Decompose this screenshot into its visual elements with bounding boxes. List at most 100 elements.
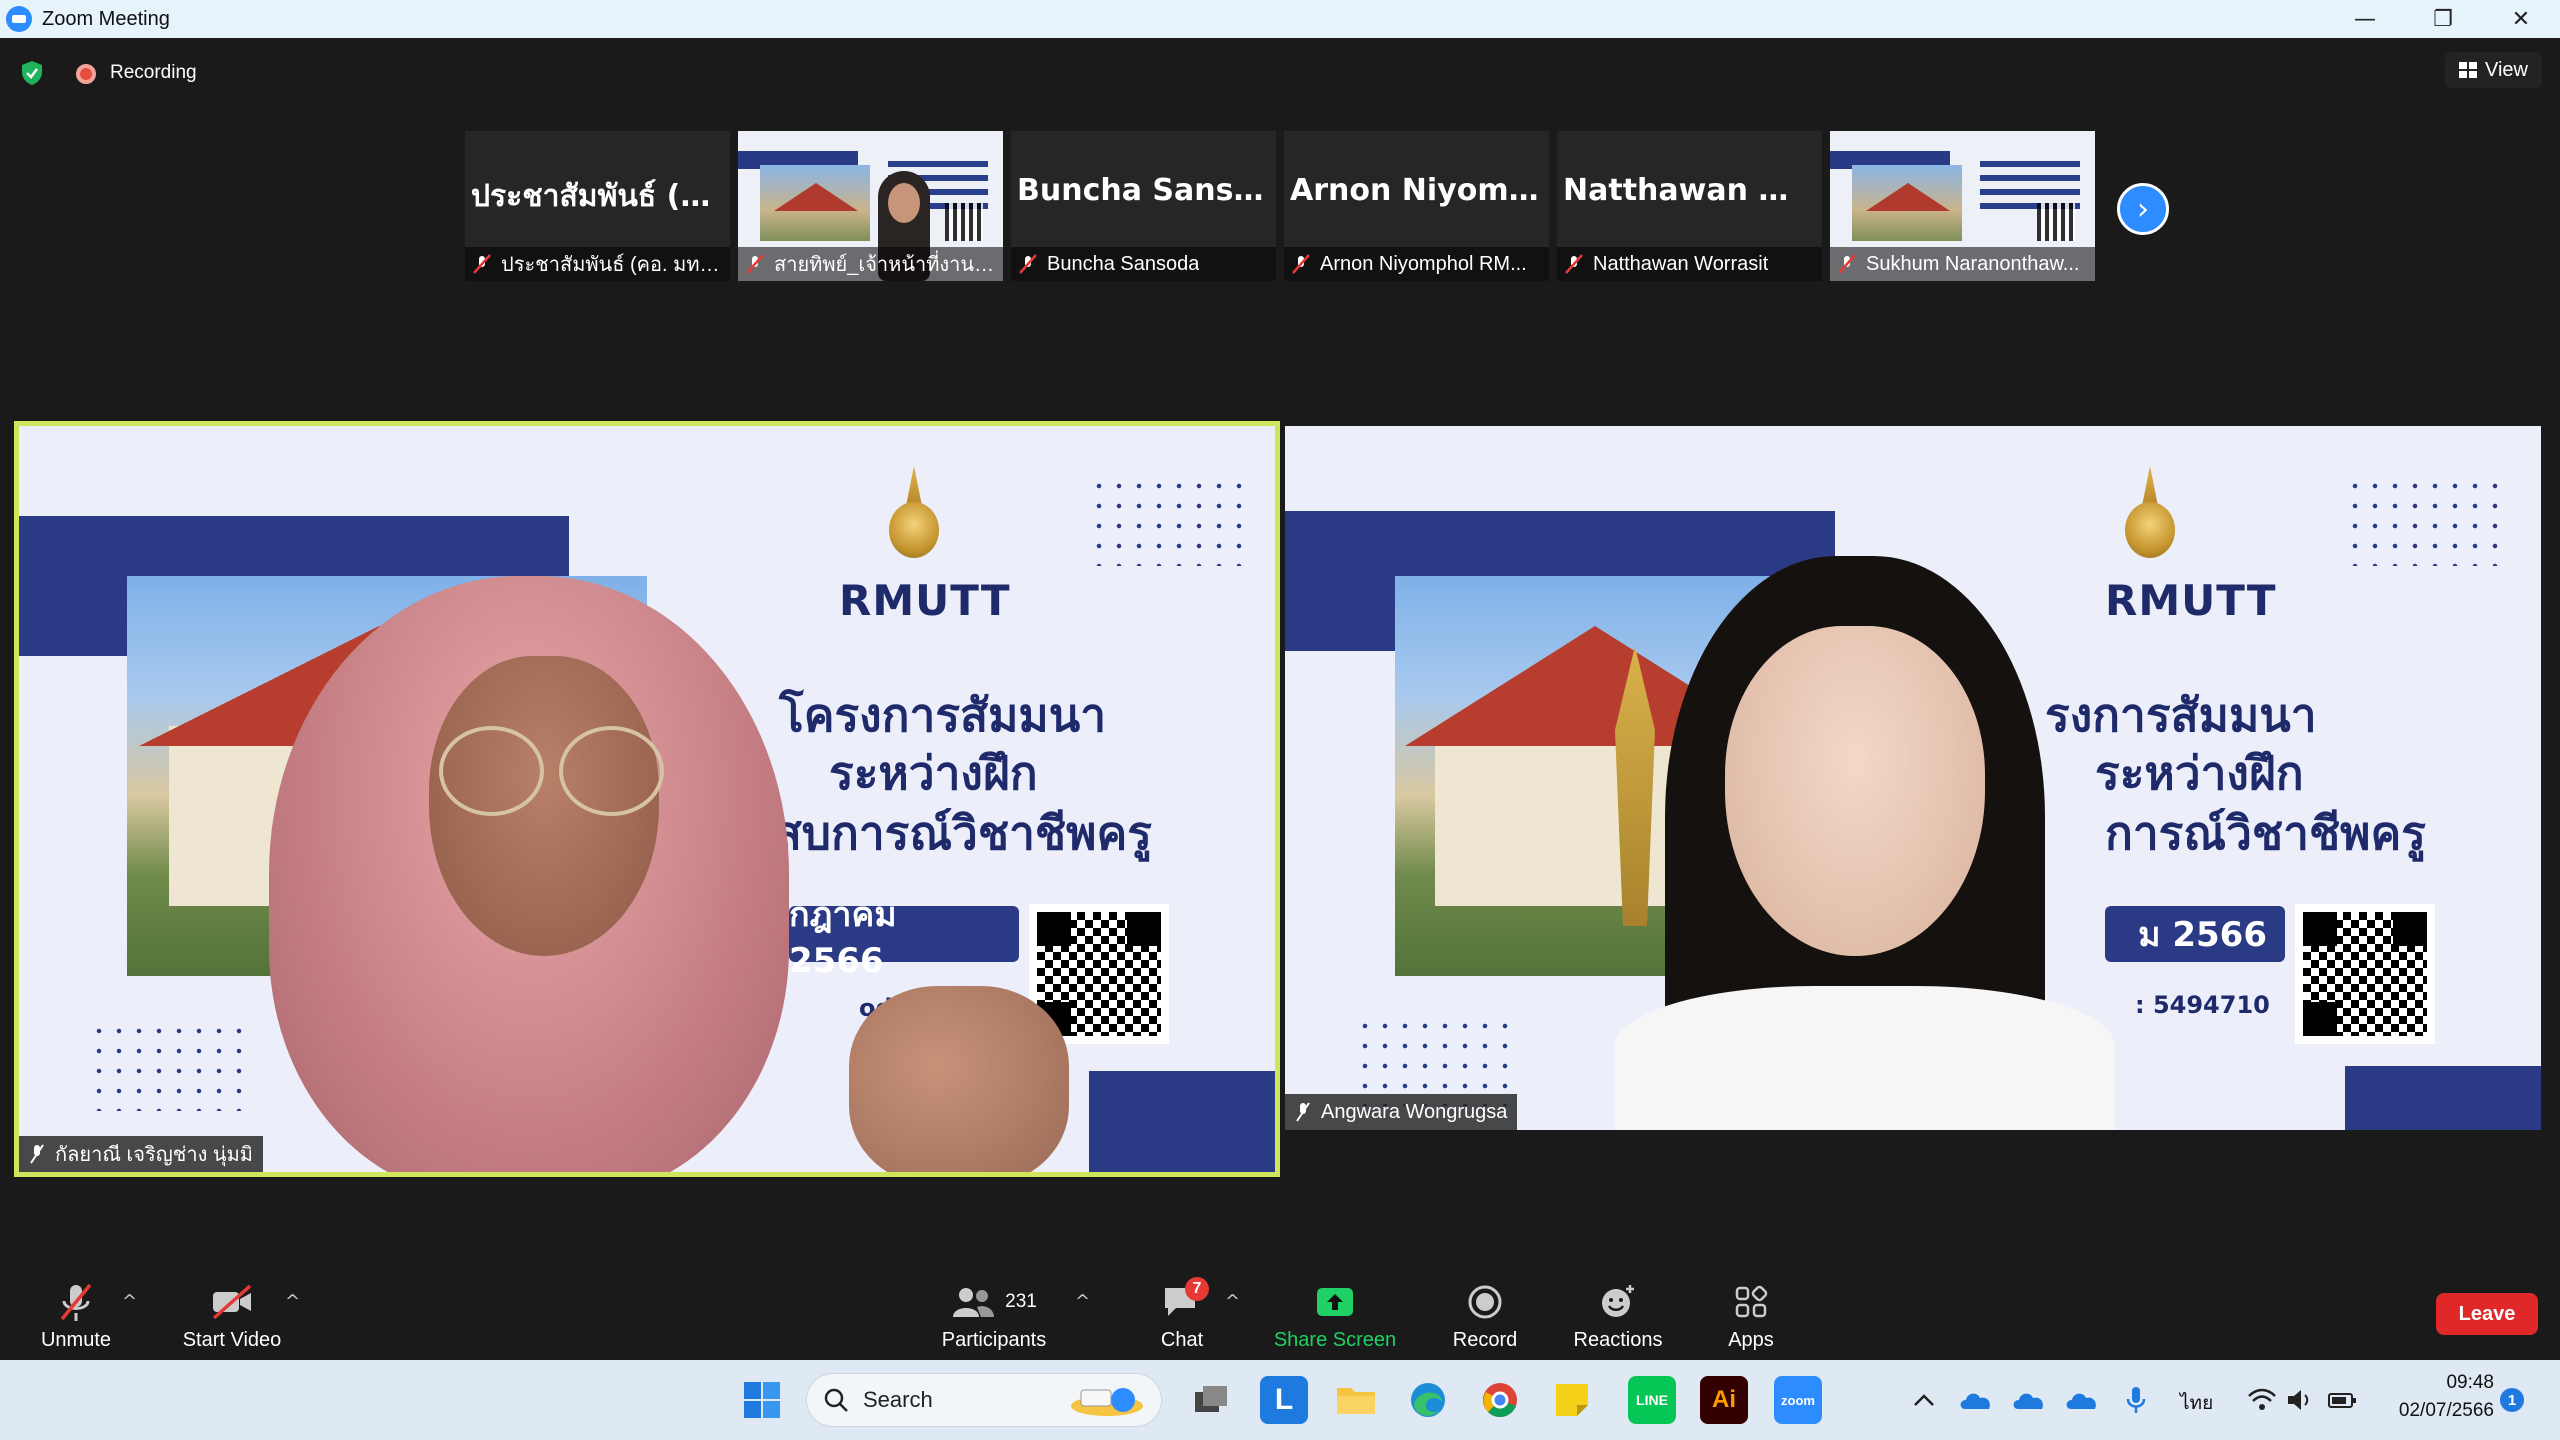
- grid-view-icon: [2459, 62, 2477, 78]
- reactions-smiley-icon: [1602, 1285, 1634, 1317]
- apps-icon: [1735, 1285, 1768, 1318]
- participant-tile[interactable]: Buncha Sansoda Buncha Sansoda: [1011, 131, 1276, 281]
- participant-tile[interactable]: Sukhum Naranonthaw...: [1830, 131, 2095, 281]
- record-button[interactable]: Record: [1450, 1281, 1520, 1352]
- qr-code: [2295, 904, 2435, 1044]
- next-page-arrow-icon[interactable]: ›: [2117, 183, 2169, 235]
- speaker-name: Angwara Wongrugsa: [1321, 1100, 1508, 1123]
- file-explorer-icon[interactable]: [1332, 1376, 1380, 1424]
- slide-logo-text: RMUTT: [839, 576, 1011, 625]
- notification-badge[interactable]: 1: [2500, 1388, 2524, 1412]
- restore-button[interactable]: ❐: [2404, 0, 2482, 38]
- task-view-icon[interactable]: [1188, 1376, 1236, 1424]
- sticky-notes-icon[interactable]: [1548, 1376, 1596, 1424]
- view-button[interactable]: View: [2445, 52, 2542, 88]
- participants-button[interactable]: 231 Participants: [938, 1281, 1050, 1352]
- share-screen-label: Share Screen: [1273, 1329, 1397, 1351]
- slide-logo-text: RMUTT: [2105, 576, 2277, 625]
- clock-time[interactable]: 09:48: [2382, 1372, 2494, 1394]
- taskbar-search-box[interactable]: Search: [806, 1373, 1162, 1427]
- rmutt-emblem-icon: [2115, 466, 2185, 576]
- battery-icon[interactable]: [2318, 1376, 2366, 1424]
- participant-tile[interactable]: สายทิพย์_เจ้าหน้าที่งานฝึก...: [738, 131, 1003, 281]
- slide-title-line3: ะสบการณ์วิชาชีพครู: [749, 806, 1152, 860]
- speaker-name: กัลยาณี เจริญช่าง นุ่มมิ: [55, 1144, 253, 1166]
- windows-taskbar: Search L LINE Ai zoom ไทย 09:48 02/07/25…: [0, 1360, 2560, 1440]
- onedrive-icon[interactable]: [2005, 1376, 2053, 1424]
- line-app-icon[interactable]: LINE: [1628, 1376, 1676, 1424]
- zoom-taskbar-icon[interactable]: zoom: [1774, 1376, 1822, 1424]
- share-screen-button[interactable]: Share Screen: [1270, 1281, 1400, 1352]
- participant-caption: ประชาสัมพันธ์ (คอ. มทร.ธั...: [501, 254, 724, 276]
- participant-tile[interactable]: Arnon Niyomph... Arnon Niyomphol RM...: [1284, 131, 1549, 281]
- chat-options-chevron-icon[interactable]: ^: [1225, 1291, 1240, 1312]
- reactions-button[interactable]: Reactions: [1572, 1281, 1664, 1352]
- record-label: Record: [1452, 1329, 1518, 1351]
- microphone-tray-icon[interactable]: [2112, 1376, 2160, 1424]
- meeting-area: Recording View ประชาสัมพันธ์ (ค... ประชา…: [0, 38, 2560, 1360]
- search-icon: [824, 1388, 848, 1412]
- slide-title-line2: ระหว่างฝึก: [829, 746, 1038, 800]
- audio-options-chevron-icon[interactable]: ^: [122, 1291, 137, 1312]
- close-button[interactable]: ✕: [2482, 0, 2560, 38]
- recording-dot-icon: [76, 64, 96, 84]
- slide-date: กฎาคม 2566: [789, 895, 1019, 981]
- slide-title-line1: รงการสัมมนา: [2045, 688, 2317, 742]
- edge-browser-icon[interactable]: [1404, 1376, 1452, 1424]
- participants-options-chevron-icon[interactable]: ^: [1075, 1291, 1090, 1312]
- video-off-icon: [212, 1284, 252, 1320]
- participant-caption: Arnon Niyomphol RM...: [1320, 252, 1527, 275]
- slide-title-line1: โครงการสัมมนา: [779, 688, 1107, 742]
- meeting-toolbar: Unmute ^ Start Video ^ 231 Participants …: [0, 1263, 2560, 1360]
- reactions-label: Reactions: [1573, 1329, 1663, 1351]
- zoom-app-icon: [6, 6, 32, 32]
- active-speaker-video[interactable]: RMUTT โครงการสัมมนา ระหว่างฝึก ะสบการณ์ว…: [14, 421, 1280, 1177]
- participant-tile[interactable]: Natthawan Wor... Natthawan Worrasit: [1557, 131, 1822, 281]
- muted-microphone-icon: [60, 1283, 92, 1321]
- clock-date[interactable]: 02/07/2566: [2382, 1400, 2494, 1422]
- participants-icon: [953, 1288, 995, 1317]
- muted-mic-icon: [1019, 254, 1037, 274]
- participants-label: Participants: [941, 1329, 1047, 1351]
- onedrive-icon[interactable]: [2058, 1376, 2106, 1424]
- windows-start-icon[interactable]: [738, 1376, 786, 1424]
- illustrator-icon[interactable]: Ai: [1700, 1376, 1748, 1424]
- participant-caption: Sukhum Naranonthaw...: [1866, 252, 2080, 275]
- record-icon: [1468, 1285, 1502, 1319]
- participants-count: 231: [1005, 1291, 1037, 1312]
- recording-label: Recording: [110, 62, 197, 83]
- app-l-icon[interactable]: L: [1260, 1376, 1308, 1424]
- onedrive-icon[interactable]: [1952, 1376, 2000, 1424]
- search-highlight-icon: [1071, 1388, 1143, 1416]
- muted-mic-icon: [746, 254, 764, 274]
- language-indicator[interactable]: ไทย: [2180, 1388, 2213, 1418]
- start-video-button[interactable]: Start Video: [180, 1281, 284, 1352]
- rmutt-emblem-icon: [879, 466, 949, 576]
- apps-button[interactable]: Apps: [1724, 1281, 1778, 1352]
- tray-overflow-chevron-icon[interactable]: [1900, 1376, 1948, 1424]
- muted-mic-icon: [1838, 254, 1856, 274]
- start-video-label: Start Video: [182, 1329, 282, 1351]
- apps-label: Apps: [1728, 1329, 1774, 1351]
- search-label: Search: [863, 1387, 933, 1412]
- minimize-button[interactable]: —: [2326, 0, 2404, 38]
- video-options-chevron-icon[interactable]: ^: [285, 1291, 300, 1312]
- slide-date: ม 2566: [2105, 906, 2285, 962]
- chat-unread-badge: 7: [1185, 1277, 1209, 1301]
- speaker-video[interactable]: RMUTT รงการสัมมนา ระหว่างฝึก การณ์วิชาชี…: [1285, 426, 2541, 1130]
- volume-icon[interactable]: [2276, 1376, 2324, 1424]
- window-title: Zoom Meeting: [42, 7, 170, 30]
- muted-mic-icon: [473, 254, 491, 274]
- leave-button[interactable]: Leave: [2436, 1293, 2538, 1335]
- share-screen-icon: [1317, 1288, 1353, 1316]
- slide-code: : 5494710: [2135, 991, 2270, 1019]
- participant-tile[interactable]: ประชาสัมพันธ์ (ค... ประชาสัมพันธ์ (คอ. ม…: [465, 131, 730, 281]
- participant-filmstrip: ประชาสัมพันธ์ (ค... ประชาสัมพันธ์ (คอ. ม…: [465, 131, 2095, 281]
- unmute-label: Unmute: [40, 1329, 112, 1351]
- muted-mic-icon: [1296, 1102, 1310, 1122]
- chrome-browser-icon[interactable]: [1476, 1376, 1524, 1424]
- unmute-button[interactable]: Unmute: [38, 1281, 114, 1352]
- security-shield-icon[interactable]: [20, 60, 44, 86]
- participant-big-name: Arnon Niyomph...: [1290, 173, 1549, 208]
- muted-mic-icon: [1292, 254, 1310, 274]
